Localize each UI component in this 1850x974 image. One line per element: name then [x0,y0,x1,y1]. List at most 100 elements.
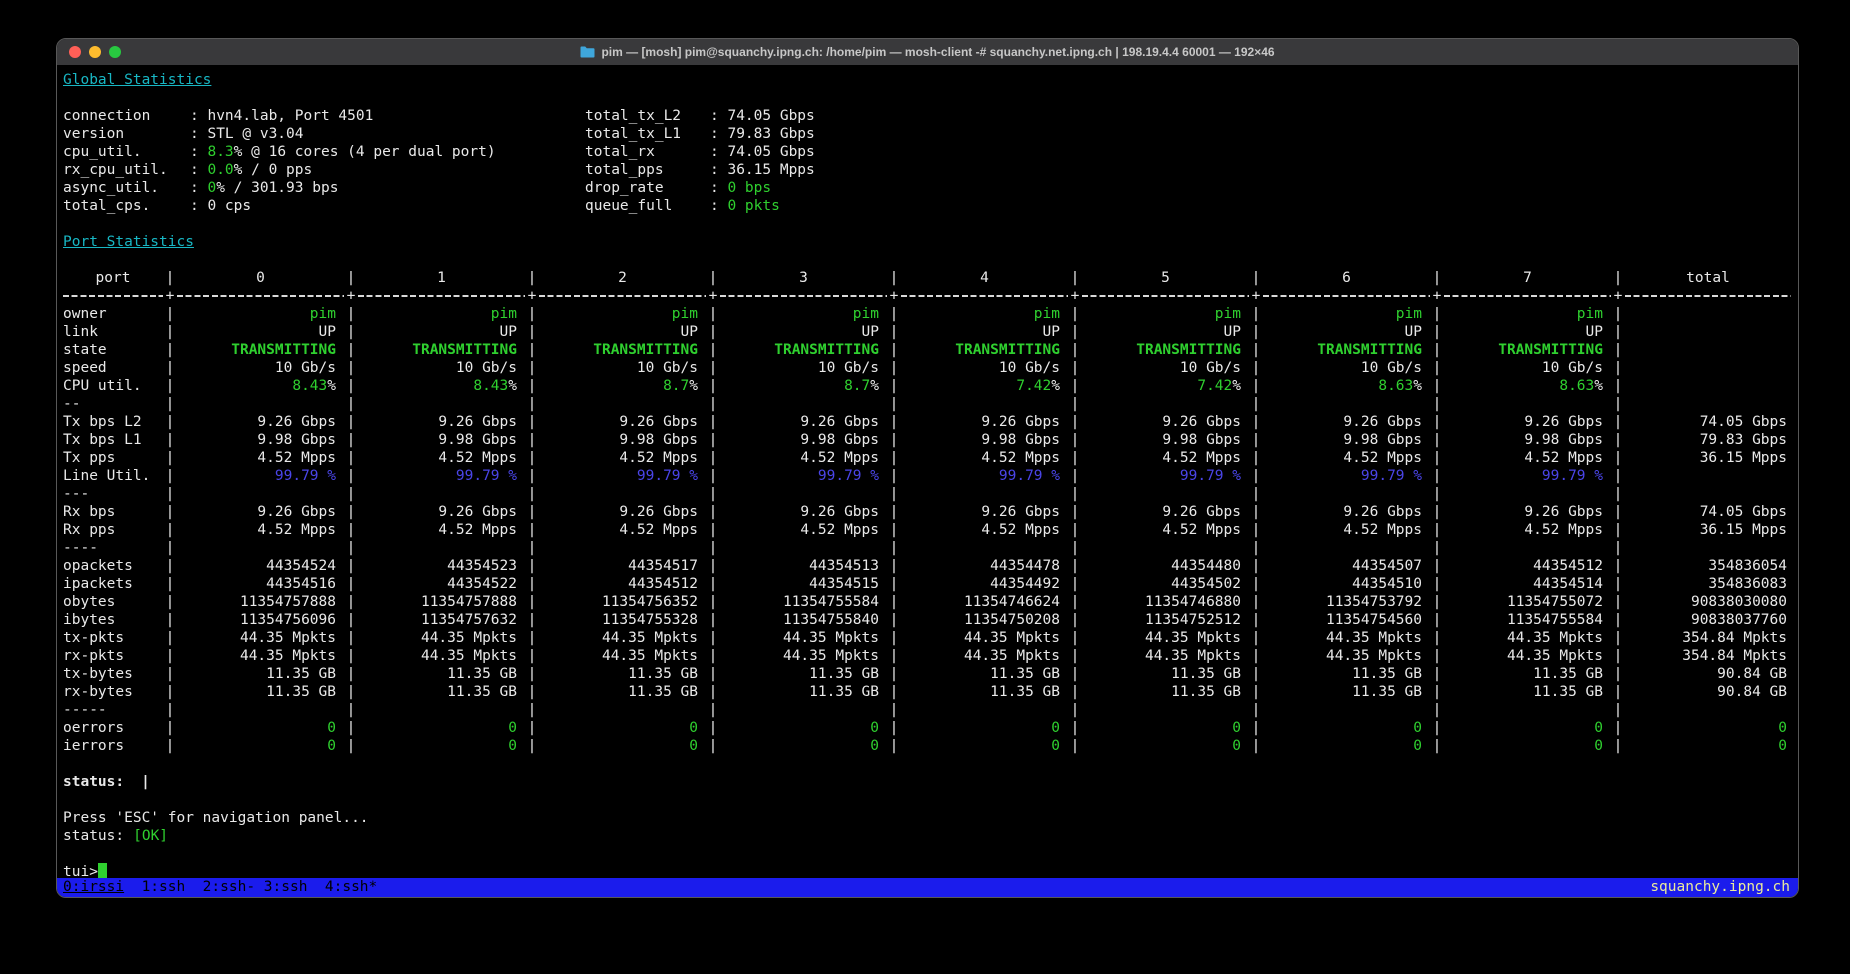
column-divider: | [525,485,539,503]
global-stat-right: total_rx: 74.05 Gbps [585,143,815,161]
table-row: CPU util.|8.43%|8.43%|8.7%|8.7%|7.42%|7.… [63,377,1792,395]
global-stats-heading: Global Statistics [63,72,211,88]
cell: pim [539,305,706,323]
cell: 44.35 Mpkts [720,647,887,665]
cell: 11354757632 [358,611,525,629]
cell: pim [1263,305,1430,323]
cell-total: 90.84 GB [1625,683,1791,701]
cell: UP [1082,323,1249,341]
cell: 9.26 Gbps [901,413,1068,431]
cell-total: 74.05 Gbps [1625,503,1791,521]
dash-plus: + [344,287,358,305]
row-label: ipackets [63,575,163,593]
stat-key: rx_cpu_util. [63,161,190,179]
column-divider: | [1430,521,1444,539]
column-divider: | [344,485,358,503]
cell-total [1625,395,1791,413]
column-divider: | [344,539,358,557]
cell-total: 354.84 Mpkts [1625,647,1791,665]
cell-value: 0 [870,720,879,736]
cell-value: pim [491,306,517,322]
column-divider: | [1430,377,1444,395]
cell: 9.26 Gbps [177,503,344,521]
cell: 9.98 Gbps [1082,431,1249,449]
column-divider: | [1249,431,1263,449]
cell: 11.35 GB [1082,665,1249,683]
column-divider: | [1611,341,1625,359]
cell [1263,485,1430,503]
stat-key: total_tx_L1 [585,125,710,143]
blank-line [63,791,1792,809]
stat-key: drop_rate [585,179,710,197]
status-label: status: [63,774,124,790]
column-divider: | [706,719,720,737]
cell-total [1625,485,1791,503]
cell: 44.35 Mpkts [1444,629,1611,647]
cell [1263,701,1430,719]
titlebar[interactable]: pim — [mosh] pim@squanchy.ipng.ch: /home… [57,39,1798,65]
cell: 44.35 Mpkts [539,647,706,665]
stat-value: STL @ v3.04 [207,126,303,142]
cell: 0 [358,719,525,737]
column-divider: | [1611,737,1625,755]
dash-plus: + [525,287,539,305]
dash-fill [1444,287,1611,305]
cell: 9.26 Gbps [1082,413,1249,431]
cell: 99.79 % [539,467,706,485]
column-divider: | [1068,665,1082,683]
column-divider: | [706,359,720,377]
minimize-button[interactable] [89,46,101,58]
dash-plus: + [887,287,901,305]
cell: 4.52 Mpps [177,449,344,467]
cell: 11354756352 [539,593,706,611]
dash-fill [1082,287,1249,305]
cell [358,701,525,719]
cell: 44354502 [1082,575,1249,593]
status-spinner-line: status:| [63,773,1792,791]
cell: 11.35 GB [1263,665,1430,683]
cell-total [1625,377,1791,395]
blank-line [63,845,1792,863]
cell: 9.98 Gbps [358,431,525,449]
cell: 11.35 GB [358,683,525,701]
global-stat-row: version: STL @ v3.04total_tx_L1: 79.83 G… [63,125,1792,143]
cell: 0 [539,737,706,755]
cell-value: 7.42 [1016,378,1051,394]
column-divider: | [525,701,539,719]
cell-value: 0 [508,720,517,736]
column-divider: | [706,611,720,629]
column-divider: | [1068,377,1082,395]
cell: 4.52 Mpps [1263,521,1430,539]
column-divider: | [1068,701,1082,719]
close-button[interactable] [69,46,81,58]
column-divider: | [1611,413,1625,431]
column-divider: | [1249,665,1263,683]
cell [358,485,525,503]
cell-value: 8.7 [663,378,689,394]
stat-value-highlight: 0.0 [207,162,233,178]
cell-value: pim [1396,306,1422,322]
percent-sign: % [327,378,336,394]
cell-value: TRANSMITTING [1136,342,1241,358]
column-divider: | [525,629,539,647]
column-divider: | [887,557,901,575]
cell-total: 36.15 Mpps [1625,521,1791,539]
column-divider: | [1068,539,1082,557]
cell-value: TRANSMITTING [955,342,1060,358]
stat-value-text: hvn4.lab, Port 4501 [207,108,373,124]
column-divider: | [344,503,358,521]
text-cursor[interactable] [98,863,107,879]
column-divider: | [1430,341,1444,359]
cell: 9.26 Gbps [539,413,706,431]
column-divider: | [163,683,177,701]
zoom-button[interactable] [109,46,121,58]
table-row: ----||||||||| [63,539,1792,557]
column-divider: | [1611,467,1625,485]
column-divider: | [1430,629,1444,647]
column-divider: | [1068,521,1082,539]
cell: 0 [1082,737,1249,755]
global-stat-row: async_util.: 0% / 301.93 bpsdrop_rate: 0… [63,179,1792,197]
cell: 0 [539,719,706,737]
table-row: -----||||||||| [63,701,1792,719]
column-divider: | [1249,737,1263,755]
